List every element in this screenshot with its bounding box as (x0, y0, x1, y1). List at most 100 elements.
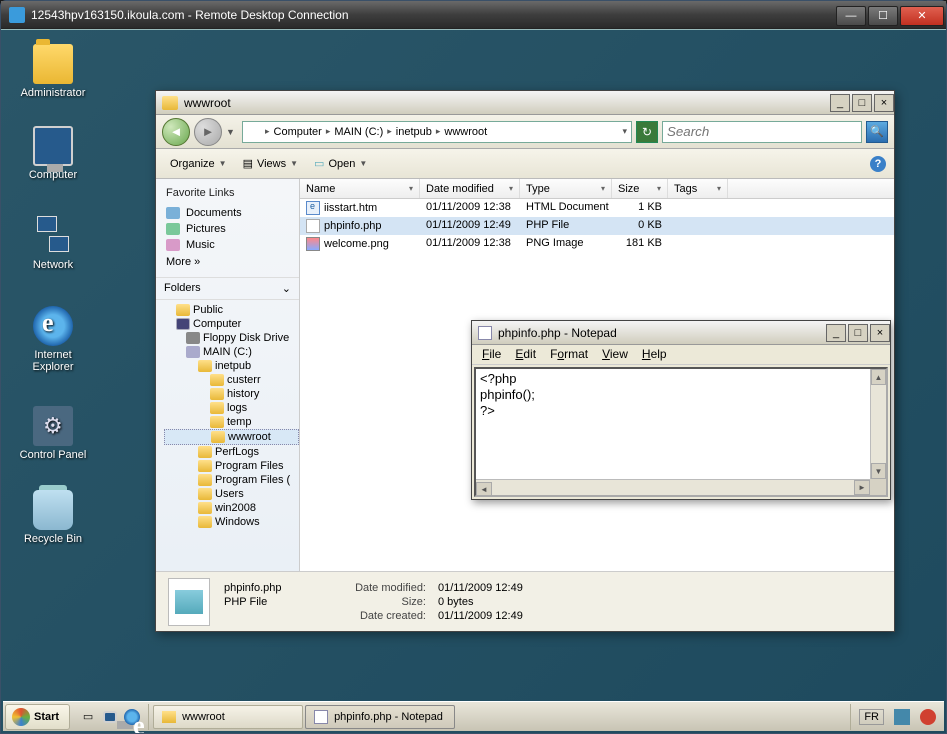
folder-icon (162, 711, 176, 723)
crumb[interactable]: MAIN (C:) (332, 126, 385, 138)
favlink-documents[interactable]: Documents (166, 205, 289, 221)
start-button[interactable]: Start (5, 704, 70, 730)
tree-node[interactable]: inetpub (164, 359, 299, 373)
desktop-icon-computer[interactable]: Computer (15, 126, 91, 181)
file-row[interactable]: iisstart.htm01/11/2009 12:38HTML Documen… (300, 199, 894, 217)
tree-node[interactable]: Program Files ( (164, 473, 299, 487)
tree-node[interactable]: Public (164, 303, 299, 317)
help-button[interactable]: ? (870, 156, 886, 172)
explorer-maximize-button[interactable]: □ (852, 94, 872, 112)
crumb[interactable]: wwwroot (442, 126, 489, 138)
tree-node[interactable]: PerfLogs (164, 445, 299, 459)
details-date-mod: 01/11/2009 12:49 (438, 582, 558, 594)
language-indicator[interactable]: FR (859, 709, 884, 725)
search-input[interactable] (662, 121, 862, 143)
rdc-close-button[interactable]: ✕ (900, 6, 944, 26)
ql-explorer[interactable] (100, 707, 120, 727)
desktop-icon-ie[interactable]: Internet Explorer (15, 306, 91, 373)
menu-view[interactable]: View (596, 347, 634, 362)
folders-header[interactable]: Folders ⌄ (156, 278, 299, 300)
file-row[interactable]: welcome.png01/11/2009 12:38PNG Image181 … (300, 235, 894, 253)
desktop-icon-recycle-bin[interactable]: Recycle Bin (15, 490, 91, 545)
tree-node[interactable]: Computer (164, 317, 299, 331)
details-date-created: 01/11/2009 12:49 (438, 610, 558, 622)
tree-node[interactable]: history (164, 387, 299, 401)
refresh-button[interactable]: ↻ (636, 121, 658, 143)
rdc-window: 12543hpv163150.ikoula.com - Remote Deskt… (0, 0, 947, 734)
taskbar-task[interactable]: phpinfo.php - Notepad (305, 705, 455, 729)
forward-button[interactable]: ► (194, 118, 222, 146)
menu-file[interactable]: File (476, 347, 507, 362)
folder-icon (162, 96, 178, 110)
search-button[interactable]: 🔍 (866, 121, 888, 143)
details-size: 0 bytes (438, 596, 558, 608)
desktop-icon-control-panel[interactable]: Control Panel (15, 406, 91, 461)
tree-node[interactable]: Floppy Disk Drive (164, 331, 299, 345)
crumb[interactable]: Computer (272, 126, 324, 138)
open-button[interactable]: ▭ Open▼ (308, 155, 373, 172)
tray-icon-shield[interactable] (920, 709, 936, 725)
notepad-titlebar[interactable]: phpinfo.php - Notepad _ □ × (472, 321, 890, 345)
file-icon (306, 201, 320, 215)
explorer-minimize-button[interactable]: _ (830, 94, 850, 112)
breadcrumb[interactable]: ▸ Computer▸ MAIN (C:)▸ inetpub▸ wwwroot … (242, 121, 632, 143)
menu-format[interactable]: Format (544, 347, 594, 362)
tray-icon-network[interactable] (894, 709, 910, 725)
tree-node[interactable]: Windows (164, 515, 299, 529)
menu-help[interactable]: Help (636, 347, 673, 362)
col-size[interactable]: Size▾ (612, 179, 668, 198)
notepad-maximize-button[interactable]: □ (848, 324, 868, 342)
tree-node[interactable]: Program Files (164, 459, 299, 473)
quick-launch: ▭ (72, 704, 149, 730)
pictures-icon (166, 223, 180, 235)
folder-icon (186, 332, 200, 344)
start-orb-icon (12, 708, 30, 726)
recycle-bin-icon (33, 490, 73, 530)
tree-node[interactable]: custerr (164, 373, 299, 387)
favlink-more[interactable]: More » (166, 253, 289, 271)
favlink-music[interactable]: Music (166, 237, 289, 253)
notepad-close-button[interactable]: × (870, 324, 890, 342)
col-date[interactable]: Date modified▾ (420, 179, 520, 198)
back-button[interactable]: ◄ (162, 118, 190, 146)
resize-grip[interactable] (870, 479, 886, 495)
taskbar-task[interactable]: wwwroot (153, 705, 303, 729)
explorer-titlebar[interactable]: wwwroot _ □ × (156, 91, 894, 115)
details-date-mod-label: Date modified: (346, 582, 426, 594)
scrollbar-horizontal[interactable]: ◄► (476, 479, 886, 495)
rdc-minimize-button[interactable]: — (836, 6, 866, 26)
desktop-icon-administrator[interactable]: Administrator (15, 44, 91, 99)
icon-label: Internet Explorer (15, 349, 91, 373)
col-tags[interactable]: Tags▾ (668, 179, 728, 198)
tree-node[interactable]: win2008 (164, 501, 299, 515)
favlink-pictures[interactable]: Pictures (166, 221, 289, 237)
tree-node[interactable]: logs (164, 401, 299, 415)
scrollbar-vertical[interactable]: ▲▼ (870, 369, 886, 479)
desktop-icon-network[interactable]: Network (15, 216, 91, 271)
folder-icon (186, 346, 200, 358)
col-type[interactable]: Type▾ (520, 179, 612, 198)
organize-button[interactable]: Organize▼ (164, 156, 233, 172)
file-icon (306, 219, 320, 233)
notepad-minimize-button[interactable]: _ (826, 324, 846, 342)
notepad-window: phpinfo.php - Notepad _ □ × File Edit Fo… (471, 320, 891, 500)
folder-tree[interactable]: PublicComputerFloppy Disk DriveMAIN (C:)… (156, 300, 299, 569)
notepad-menubar: File Edit Format View Help (472, 345, 890, 365)
menu-edit[interactable]: Edit (509, 347, 542, 362)
folders-panel: Folders ⌄ PublicComputerFloppy Disk Driv… (156, 278, 299, 571)
notepad-textarea[interactable]: <?php phpinfo(); ?> ▲▼ ◄► (474, 367, 888, 497)
tree-node[interactable]: temp (164, 415, 299, 429)
explorer-close-button[interactable]: × (874, 94, 894, 112)
rdc-maximize-button[interactable]: ☐ (868, 6, 898, 26)
tree-node[interactable]: wwwroot (164, 429, 299, 445)
views-button[interactable]: ▤ Views▼ (237, 155, 304, 172)
remote-desktop[interactable]: Administrator Computer Network Internet … (1, 29, 946, 733)
rdc-titlebar[interactable]: 12543hpv163150.ikoula.com - Remote Deskt… (1, 1, 946, 29)
crumb[interactable]: inetpub (394, 126, 434, 138)
nav-history-dropdown[interactable]: ▼ (226, 127, 238, 137)
ql-show-desktop[interactable]: ▭ (78, 707, 98, 727)
file-row[interactable]: phpinfo.php01/11/2009 12:49PHP File0 KB (300, 217, 894, 235)
col-name[interactable]: Name▾ (300, 179, 420, 198)
tree-node[interactable]: Users (164, 487, 299, 501)
tree-node[interactable]: MAIN (C:) (164, 345, 299, 359)
